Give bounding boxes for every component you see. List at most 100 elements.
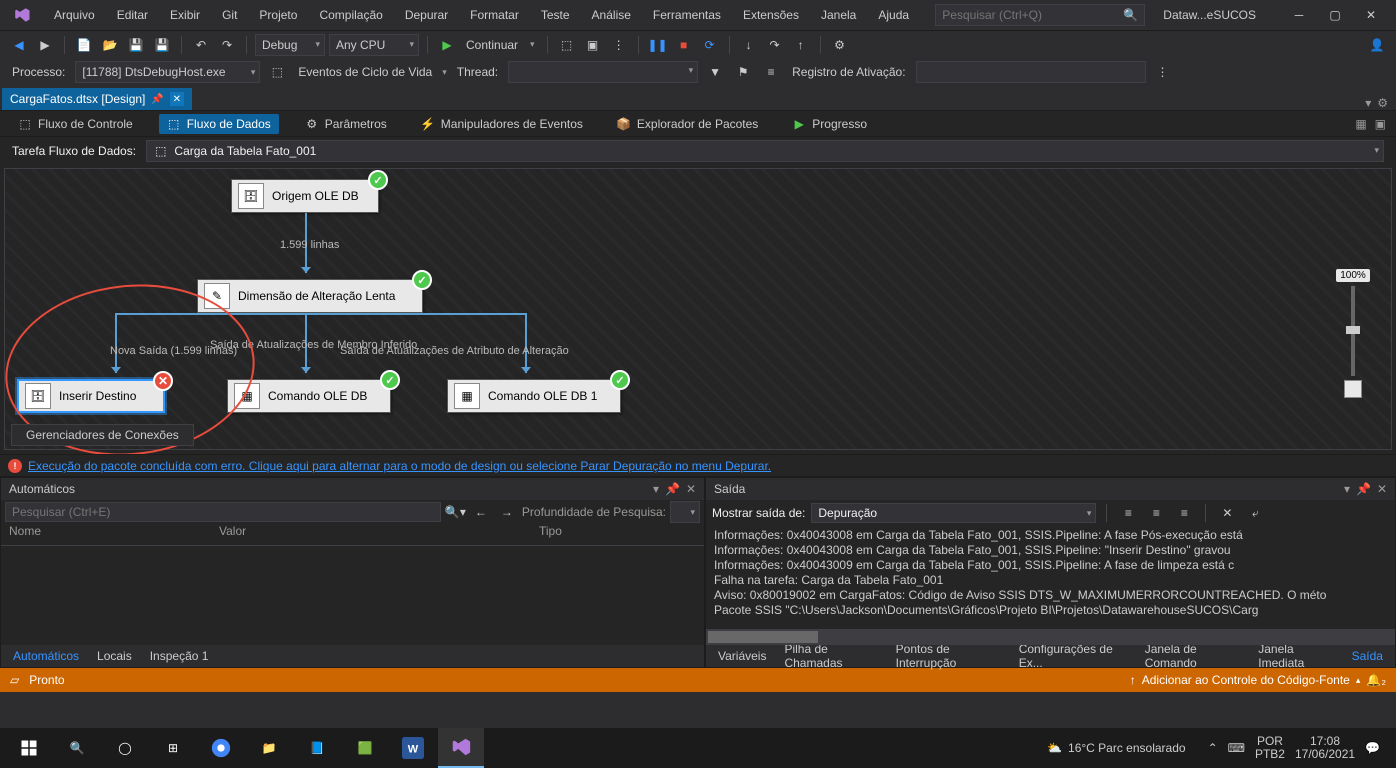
pin-icon[interactable]: 📌 — [1356, 482, 1371, 496]
app-icon[interactable]: 🟩 — [342, 728, 388, 768]
notepad-icon[interactable]: 📘 — [294, 728, 340, 768]
autos-search-input[interactable] — [5, 502, 441, 522]
overflow-icon[interactable]: ⋮ — [1152, 61, 1174, 83]
search-input[interactable] — [942, 8, 1123, 22]
tab-locais[interactable]: Locais — [89, 647, 140, 665]
tab-automaticos[interactable]: Automáticos — [5, 647, 87, 665]
wrap-icon[interactable]: ⤶ — [1244, 502, 1266, 524]
tab-fluxo-dados[interactable]: ⬚Fluxo de Dados — [159, 114, 279, 134]
grid-icon[interactable]: ▦ — [1355, 117, 1366, 131]
tab-progresso[interactable]: ▶Progresso — [784, 114, 875, 134]
process-dropdown[interactable]: [11788] DtsDebugHost.exe — [75, 61, 260, 83]
start-button[interactable] — [6, 728, 52, 768]
tab-parametros[interactable]: ⚙Parâmetros — [297, 114, 395, 134]
zoom-fit-button[interactable] — [1344, 380, 1362, 398]
menu-projeto[interactable]: Projeto — [249, 4, 307, 26]
zoom-control[interactable]: 100% — [1333, 269, 1373, 398]
close-button[interactable]: ✕ — [1354, 4, 1388, 26]
node-inserir-destino[interactable]: 🗄 Inserir Destino ✕ — [17, 379, 165, 413]
notifications-icon[interactable]: 🔔₂ — [1366, 673, 1386, 687]
search-button[interactable]: 🔍 — [54, 728, 100, 768]
stop-icon[interactable]: ■ — [673, 34, 695, 56]
depth-dropdown[interactable] — [670, 501, 700, 523]
close-tab-icon[interactable]: ✕ — [170, 92, 184, 106]
keyboard-icon[interactable]: ⌨ — [1228, 741, 1245, 755]
quick-search[interactable]: 🔍 — [935, 4, 1145, 26]
output-text[interactable]: Informações: 0x40043008 em Carga da Tabe… — [706, 526, 1395, 629]
node-scd[interactable]: ✎ Dimensão de Alteração Lenta ✓ — [197, 279, 423, 313]
tab-gear-icon[interactable]: ⚙ — [1377, 96, 1388, 110]
menu-editar[interactable]: Editar — [107, 4, 158, 26]
task-dropdown[interactable]: ⬚ Carga da Tabela Fato_001 — [146, 140, 1384, 162]
step-over-icon[interactable]: ↷ — [764, 34, 786, 56]
taskview-icon[interactable]: ⊞ — [150, 728, 196, 768]
pause-icon[interactable]: ❚❚ — [647, 34, 669, 56]
cortana-icon[interactable]: ◯ — [102, 728, 148, 768]
node-comando-2[interactable]: ▦ Comando OLE DB 1 ✓ — [447, 379, 621, 413]
tab-saida[interactable]: Saída — [1344, 647, 1391, 665]
redo-icon[interactable]: ↷ — [216, 34, 238, 56]
nav-fwd-icon[interactable]: → — [496, 501, 518, 523]
tab-manipuladores[interactable]: ⚡Manipuladores de Eventos — [413, 114, 591, 134]
visual-studio-icon[interactable] — [438, 728, 484, 768]
open-file-icon[interactable]: 📂 — [99, 34, 121, 56]
menu-ferramentas[interactable]: Ferramentas — [643, 4, 731, 26]
continue-button[interactable]: ▶ — [436, 34, 458, 56]
out-tool-1-icon[interactable]: ≡ — [1117, 502, 1139, 524]
out-tool-2-icon[interactable]: ≡ — [1145, 502, 1167, 524]
chrome-icon[interactable] — [198, 728, 244, 768]
menu-exibir[interactable]: Exibir — [160, 4, 210, 26]
tab-variaveis[interactable]: Variáveis — [710, 647, 774, 665]
output-header[interactable]: Saída ▾📌✕ — [706, 478, 1395, 500]
source-control-link[interactable]: Adicionar ao Controle do Código-Fonte — [1142, 673, 1350, 687]
error-link[interactable]: Execução do pacote concluída com erro. C… — [28, 459, 771, 473]
tool-icon-3[interactable]: ⋮ — [608, 34, 630, 56]
config-dropdown[interactable]: Debug — [255, 34, 325, 56]
menu-analise[interactable]: Análise — [582, 4, 641, 26]
tab-explorador[interactable]: 📦Explorador de Pacotes — [609, 114, 766, 134]
source-control-up-icon[interactable]: ↑ — [1130, 673, 1136, 687]
explorer-icon[interactable]: 📁 — [246, 728, 292, 768]
close-icon[interactable]: ✕ — [1377, 482, 1387, 496]
menu-teste[interactable]: Teste — [531, 4, 580, 26]
platform-dropdown[interactable]: Any CPU — [329, 34, 419, 56]
word-icon[interactable]: W — [390, 728, 436, 768]
register-dropdown[interactable] — [916, 61, 1146, 83]
pin-icon[interactable]: 📌 — [665, 482, 680, 496]
tool-icon-4[interactable]: ⚙ — [829, 34, 851, 56]
pin-icon[interactable]: 📌 — [151, 94, 163, 105]
clear-icon[interactable]: ✕ — [1216, 502, 1238, 524]
col-valor[interactable]: Valor — [219, 524, 539, 545]
menu-depurar[interactable]: Depurar — [395, 4, 458, 26]
search-icon[interactable]: 🔍▾ — [445, 505, 466, 519]
save-icon[interactable]: 💾 — [125, 34, 147, 56]
menu-compilacao[interactable]: Compilação — [309, 4, 392, 26]
language-indicator[interactable]: PORPTB2 — [1255, 735, 1285, 761]
output-source-dropdown[interactable]: Depuração — [811, 503, 1096, 523]
designer-canvas[interactable]: 100% 🗄 Origem OLE DB ✓ 1.599 linhas ✎ Di… — [4, 168, 1392, 450]
node-comando-1[interactable]: ▦ Comando OLE DB ✓ — [227, 379, 391, 413]
col-tipo[interactable]: Tipo — [539, 524, 562, 545]
stack-icon[interactable]: ≡ — [760, 61, 782, 83]
tool-icon-2[interactable]: ▣ — [582, 34, 604, 56]
flow-arrow[interactable] — [115, 313, 117, 373]
dropdown-icon[interactable]: ▾ — [1344, 482, 1350, 496]
doc-tab-cargafatos[interactable]: CargaFatos.dtsx [Design] 📌 ✕ — [2, 88, 192, 110]
step-out-icon[interactable]: ↑ — [790, 34, 812, 56]
menu-git[interactable]: Git — [212, 4, 247, 26]
tray-up-icon[interactable]: ⌃ — [1208, 741, 1218, 755]
menu-formatar[interactable]: Formatar — [460, 4, 529, 26]
feedback-icon[interactable]: 👤 — [1366, 34, 1388, 56]
undo-icon[interactable]: ↶ — [190, 34, 212, 56]
step-into-icon[interactable]: ↓ — [738, 34, 760, 56]
weather-widget[interactable]: ⛅ 16°C Parc ensolarado — [1037, 741, 1196, 755]
tab-fluxo-controle[interactable]: ⬚Fluxo de Controle — [10, 114, 141, 134]
nav-back-icon[interactable]: ◀ — [8, 34, 30, 56]
col-nome[interactable]: Nome — [9, 524, 219, 545]
filter-icon[interactable]: ▼ — [704, 61, 726, 83]
menu-janela[interactable]: Janela — [811, 4, 866, 26]
layout-icon[interactable]: ▣ — [1375, 117, 1386, 131]
node-origem-ole-db[interactable]: 🗄 Origem OLE DB ✓ — [231, 179, 379, 213]
notifications-icon[interactable]: 💬 — [1365, 741, 1380, 755]
save-all-icon[interactable]: 💾 — [151, 34, 173, 56]
